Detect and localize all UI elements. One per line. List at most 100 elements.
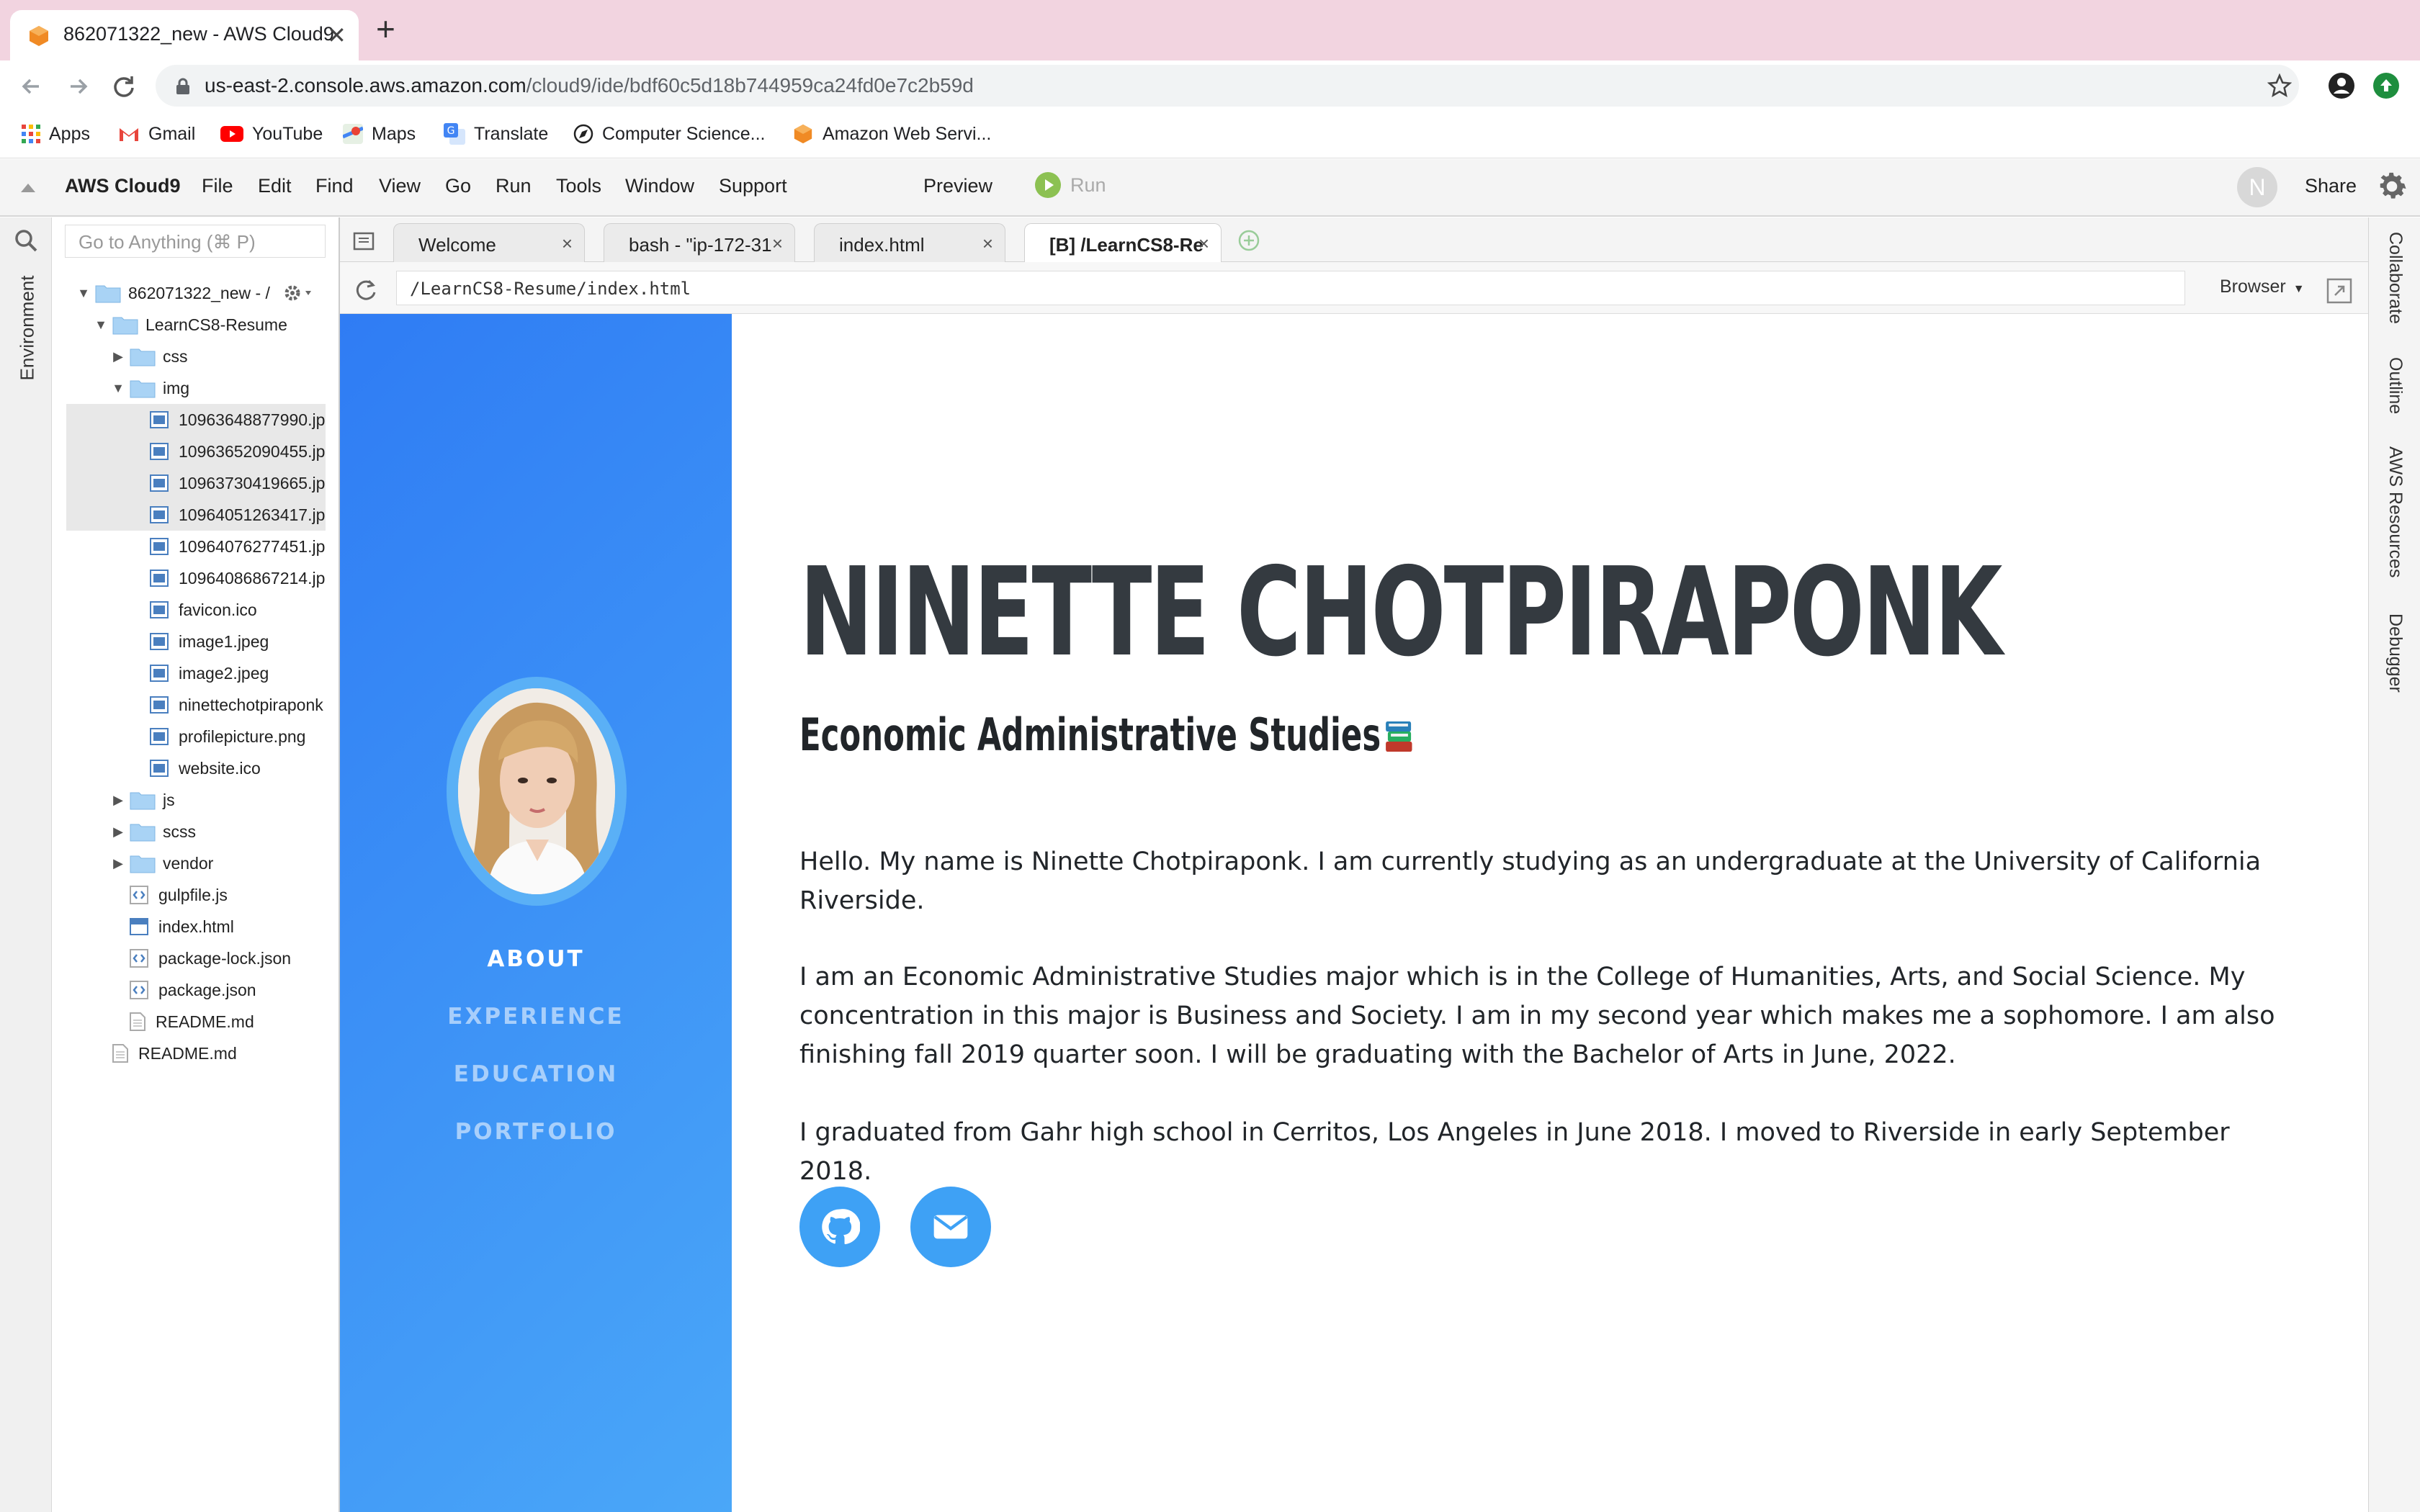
share-button[interactable]: Share bbox=[2305, 175, 2357, 197]
reload-icon[interactable] bbox=[108, 71, 140, 102]
new-tab-icon[interactable]: + bbox=[376, 12, 395, 45]
tree-file-image2[interactable]: image2.jpeg bbox=[66, 657, 326, 689]
tab-browser-preview[interactable]: [B] /LearnCS8-Re × bbox=[1024, 223, 1222, 262]
user-avatar[interactable]: N bbox=[2237, 167, 2277, 207]
browser-select[interactable]: Browser ▼ bbox=[2220, 276, 2305, 297]
refresh-preview-icon[interactable] bbox=[351, 275, 380, 304]
tree-file-profilepicture[interactable]: profilepicture.png bbox=[66, 721, 326, 752]
preview-menu[interactable]: Preview bbox=[923, 175, 992, 197]
address-bar[interactable]: us-east-2.console.aws.amazon.com/cloud9/… bbox=[156, 65, 2299, 107]
folder-icon bbox=[130, 822, 156, 842]
email-link[interactable] bbox=[910, 1187, 991, 1267]
tree-file-ninettechotpiraponk[interactable]: ninettechotpiraponk bbox=[66, 689, 326, 721]
tree-file-gulpfile[interactable]: gulpfile.js bbox=[66, 879, 326, 911]
close-icon[interactable]: × bbox=[982, 233, 993, 255]
pop-out-icon[interactable] bbox=[2326, 278, 2352, 304]
tree-file-image[interactable]: 10964051263417.jp bbox=[66, 499, 326, 531]
folder-icon bbox=[130, 853, 156, 873]
image-file-icon bbox=[150, 696, 169, 714]
globe-icon bbox=[573, 124, 593, 144]
bookmark-amazon-web-services[interactable]: Amazon Web Servi... bbox=[792, 121, 991, 147]
image-file-icon bbox=[150, 633, 169, 650]
image-file-icon bbox=[150, 570, 169, 587]
profile-icon[interactable] bbox=[2328, 72, 2355, 99]
tree-file-package-lock[interactable]: package-lock.json bbox=[66, 942, 326, 974]
menu-edit[interactable]: Edit bbox=[258, 175, 292, 197]
bookmark-gmail[interactable]: Gmail bbox=[118, 121, 195, 147]
menu-find[interactable]: Find bbox=[315, 175, 354, 197]
image-file-icon bbox=[150, 538, 169, 555]
tree-file-image[interactable]: 10964086867214.jp bbox=[66, 562, 326, 594]
folder-icon bbox=[130, 346, 156, 366]
tree-file-image[interactable]: 10964076277451.jp bbox=[66, 531, 326, 562]
settings-gear-icon[interactable] bbox=[2374, 168, 2410, 204]
tree-folder-scss[interactable]: ▶ scss bbox=[66, 816, 326, 847]
tab-welcome[interactable]: Welcome × bbox=[393, 223, 585, 262]
forward-icon[interactable] bbox=[62, 71, 94, 102]
translate-icon: G bbox=[444, 123, 465, 145]
svg-text:G: G bbox=[447, 125, 455, 137]
search-icon[interactable] bbox=[13, 228, 39, 253]
cloud9-title-menu[interactable]: AWS Cloud9 bbox=[65, 175, 181, 197]
code-file-icon bbox=[130, 886, 148, 904]
bookmark-computer-science[interactable]: Computer Science... bbox=[573, 121, 766, 147]
tab-menu-icon[interactable] bbox=[353, 232, 375, 251]
tree-file-image[interactable]: 10963730419665.jp bbox=[66, 467, 326, 499]
tree-folder-vendor[interactable]: ▶ vendor bbox=[66, 847, 326, 879]
code-file-icon bbox=[130, 981, 148, 999]
close-icon[interactable]: × bbox=[1198, 233, 1209, 255]
menu-go[interactable]: Go bbox=[445, 175, 471, 197]
menu-support[interactable]: Support bbox=[719, 175, 787, 197]
close-icon[interactable]: × bbox=[772, 233, 783, 255]
bookmark-star-icon[interactable] bbox=[2267, 73, 2292, 98]
tree-folder-css[interactable]: ▶ css bbox=[66, 341, 326, 372]
tree-file-image[interactable]: 10963652090455.jp bbox=[66, 436, 326, 467]
menu-tools[interactable]: Tools bbox=[556, 175, 601, 197]
tree-file-website-ico[interactable]: website.ico bbox=[66, 752, 326, 784]
back-icon[interactable] bbox=[16, 71, 48, 102]
nav-portfolio-link[interactable]: PORTFOLIO bbox=[340, 1119, 732, 1145]
tree-file-root-readme[interactable]: README.md bbox=[66, 1038, 326, 1069]
resume-name-heading: NINETTE CHOTPIRAPONK bbox=[799, 541, 2002, 684]
image-file-icon bbox=[150, 601, 169, 618]
tree-folder-img[interactable]: ▼ img bbox=[66, 372, 326, 404]
run-button[interactable]: Run bbox=[1034, 171, 1106, 199]
github-link[interactable] bbox=[799, 1187, 880, 1267]
tree-file-favicon[interactable]: favicon.ico bbox=[66, 594, 326, 626]
bookmark-translate[interactable]: G Translate bbox=[444, 121, 548, 147]
tree-file-index-html[interactable]: index.html bbox=[66, 911, 326, 942]
tab-index-html[interactable]: index.html × bbox=[814, 223, 1005, 262]
image-file-icon bbox=[150, 760, 169, 777]
chevron-right-icon: ▶ bbox=[113, 792, 123, 807]
lock-icon bbox=[176, 78, 190, 95]
menu-file[interactable]: File bbox=[202, 175, 233, 197]
tab-bash-terminal[interactable]: bash - "ip-172-31 × bbox=[604, 223, 795, 262]
bookmark-youtube[interactable]: YouTube bbox=[220, 121, 323, 147]
tree-file-readme[interactable]: README.md bbox=[66, 1006, 326, 1038]
menu-window[interactable]: Window bbox=[625, 175, 694, 197]
tree-folder-js[interactable]: ▶ js bbox=[66, 784, 326, 816]
menu-view[interactable]: View bbox=[379, 175, 421, 197]
aws-box-icon bbox=[792, 123, 814, 145]
close-icon[interactable]: × bbox=[562, 233, 573, 255]
go-to-anything-input[interactable]: Go to Anything (⌘ P) bbox=[65, 225, 326, 258]
nav-experience-link[interactable]: EXPERIENCE bbox=[340, 1004, 732, 1030]
preview-url-input[interactable]: /LearnCS8-Resume/index.html bbox=[396, 271, 2185, 305]
tree-settings-gear-icon[interactable] bbox=[282, 282, 314, 304]
bookmark-maps[interactable]: Maps bbox=[343, 121, 416, 147]
close-tab-icon[interactable]: ✕ bbox=[327, 22, 346, 49]
environment-panel-tab[interactable]: Environment bbox=[1, 274, 50, 389]
collapse-menu-icon[interactable] bbox=[20, 183, 36, 193]
nav-education-link[interactable]: EDUCATION bbox=[340, 1061, 732, 1087]
bookmark-apps[interactable]: Apps bbox=[22, 121, 90, 147]
tree-file-image[interactable]: 10963648877990.jp bbox=[66, 404, 326, 436]
about-paragraph: I am an Economic Administrative Studies … bbox=[799, 963, 2275, 1069]
nav-about-link[interactable]: ABOUT bbox=[340, 946, 732, 972]
tree-folder-learncs8-resume[interactable]: ▼ LearnCS8-Resume bbox=[66, 309, 326, 341]
tree-file-image1[interactable]: image1.jpeg bbox=[66, 626, 326, 657]
add-tab-icon[interactable] bbox=[1237, 229, 1260, 252]
menu-run[interactable]: Run bbox=[496, 175, 532, 197]
browser-tab[interactable]: 862071322_new - AWS Cloud9 ✕ bbox=[10, 10, 359, 60]
tree-file-package-json[interactable]: package.json bbox=[66, 974, 326, 1006]
update-icon[interactable] bbox=[2372, 72, 2400, 99]
